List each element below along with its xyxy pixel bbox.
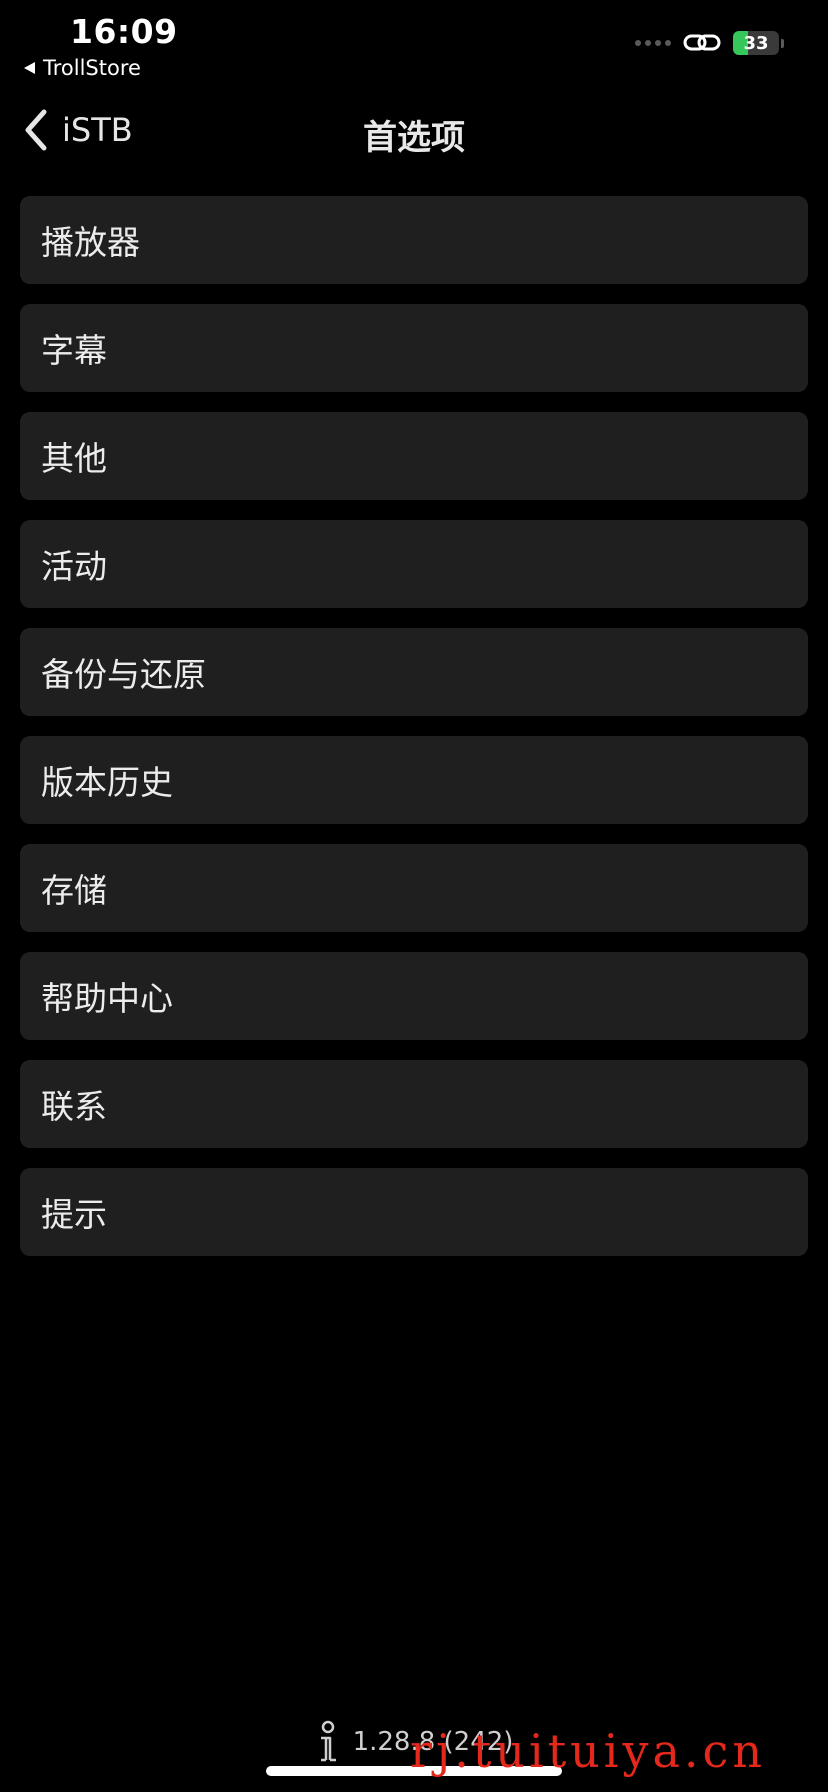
preferences-list: 播放器 字幕 其他 活动 备份与还原 版本历史 存储 帮助中心 联系 提示 [20, 196, 808, 1256]
watermark-text: rj.tuituiya.cn [410, 1724, 766, 1778]
link-icon [683, 34, 721, 51]
status-indicators: 33 [635, 30, 784, 56]
page-title: 首选项 [363, 118, 465, 158]
signal-dots-icon [635, 40, 671, 46]
back-app-label: TrollStore [43, 56, 141, 80]
menu-item-label: 活动 [41, 547, 107, 586]
menu-item-version-history[interactable]: 版本历史 [20, 736, 808, 824]
battery-icon: 33 [733, 31, 784, 55]
status-time: 16:09 [70, 12, 178, 51]
menu-item-label: 其他 [41, 439, 107, 478]
battery-level: 33 [743, 32, 769, 54]
menu-item-player[interactable]: 播放器 [20, 196, 808, 284]
info-person-icon [320, 1720, 336, 1762]
back-to-app-button[interactable]: TrollStore [24, 56, 141, 80]
menu-item-backup-restore[interactable]: 备份与还原 [20, 628, 808, 716]
menu-item-label: 播放器 [41, 223, 140, 262]
menu-item-label: 版本历史 [41, 763, 173, 802]
menu-item-help-center[interactable]: 帮助中心 [20, 952, 808, 1040]
back-triangle-icon [24, 62, 35, 74]
menu-item-activity[interactable]: 活动 [20, 520, 808, 608]
menu-item-label: 字幕 [41, 331, 107, 370]
menu-item-storage[interactable]: 存储 [20, 844, 808, 932]
menu-item-other[interactable]: 其他 [20, 412, 808, 500]
menu-item-label: 存储 [41, 871, 107, 910]
menu-item-contact[interactable]: 联系 [20, 1060, 808, 1148]
menu-item-label: 联系 [41, 1087, 107, 1126]
menu-item-label: 帮助中心 [41, 979, 173, 1018]
menu-item-tips[interactable]: 提示 [20, 1168, 808, 1256]
menu-item-label: 提示 [41, 1195, 107, 1234]
menu-item-subtitles[interactable]: 字幕 [20, 304, 808, 392]
menu-item-label: 备份与还原 [41, 655, 206, 694]
